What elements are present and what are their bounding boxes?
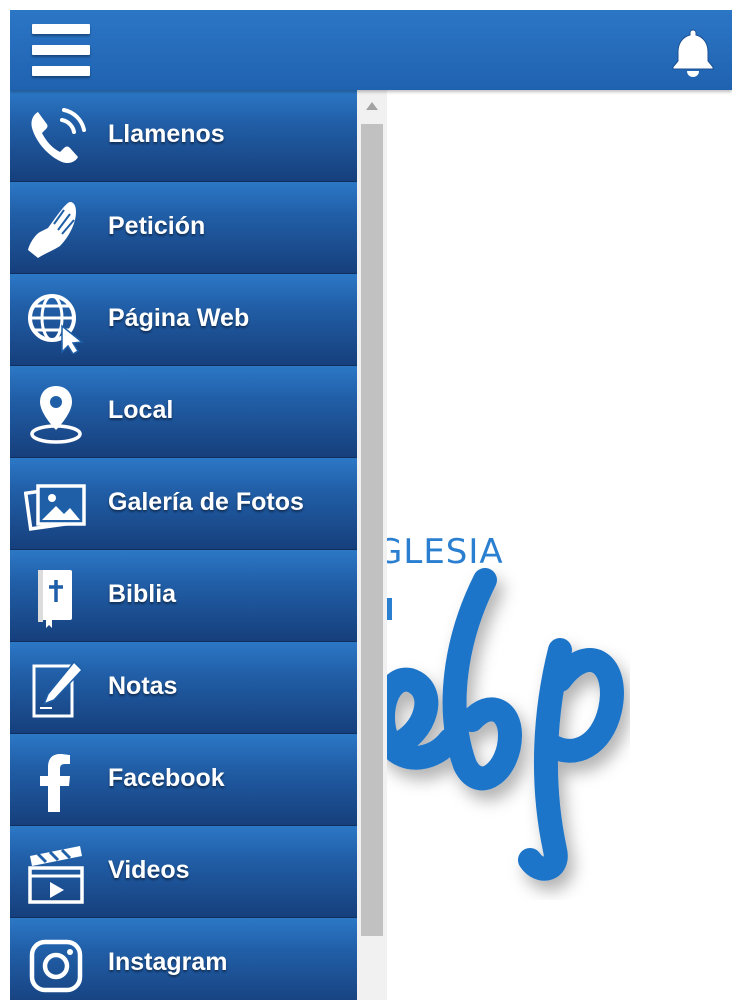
notes-pencil-icon bbox=[24, 658, 88, 722]
drawer-item-notas[interactable]: Notas bbox=[10, 642, 357, 734]
drawer-item-facebook[interactable]: Facebook bbox=[10, 734, 357, 826]
bell-icon[interactable] bbox=[665, 24, 721, 80]
drawer-item-label: Petición bbox=[108, 212, 206, 240]
hamburger-menu-icon[interactable] bbox=[32, 22, 90, 80]
bible-icon bbox=[24, 566, 88, 630]
drawer-item-galeria-de-fotos[interactable]: Galería de Fotos bbox=[10, 458, 357, 550]
drawer-item-label: Llamenos bbox=[108, 120, 225, 148]
globe-cursor-icon bbox=[24, 290, 88, 354]
drawer-item-videos[interactable]: Videos bbox=[10, 826, 357, 918]
scroll-thumb[interactable] bbox=[361, 124, 383, 936]
drawer-item-label: Galería de Fotos bbox=[108, 488, 304, 516]
drawer-item-label: Notas bbox=[108, 672, 178, 700]
facebook-icon bbox=[24, 750, 88, 814]
drawer-item-peticion[interactable]: Petición bbox=[10, 182, 357, 274]
video-clapper-icon bbox=[24, 842, 88, 906]
drawer-item-label: Página Web bbox=[108, 304, 250, 332]
instagram-icon bbox=[24, 934, 88, 998]
top-app-bar bbox=[10, 10, 732, 90]
phone-icon bbox=[24, 106, 88, 170]
drawer-item-label: Local bbox=[108, 396, 174, 424]
navigation-drawer: Llamenos Petición Página Web Local Galer… bbox=[10, 90, 357, 1000]
drawer-item-llamenos[interactable]: Llamenos bbox=[10, 90, 357, 182]
drawer-scrollbar[interactable] bbox=[357, 90, 387, 1000]
drawer-item-biblia[interactable]: Biblia bbox=[10, 550, 357, 642]
praying-hands-icon bbox=[24, 198, 88, 262]
drawer-item-label: Videos bbox=[108, 856, 190, 884]
location-pin-icon bbox=[24, 382, 88, 446]
scroll-up-arrow-icon[interactable] bbox=[366, 102, 378, 110]
app-window: IGLESIA Llamenos Petición Página Web Loc… bbox=[10, 10, 732, 1000]
drawer-item-pagina-web[interactable]: Página Web bbox=[10, 274, 357, 366]
drawer-item-local[interactable]: Local bbox=[10, 366, 357, 458]
drawer-item-instagram[interactable]: Instagram bbox=[10, 918, 357, 1000]
photo-gallery-icon bbox=[24, 474, 88, 538]
drawer-item-label: Instagram bbox=[108, 948, 228, 976]
drawer-item-label: Biblia bbox=[108, 580, 177, 608]
drawer-item-label: Facebook bbox=[108, 764, 225, 792]
